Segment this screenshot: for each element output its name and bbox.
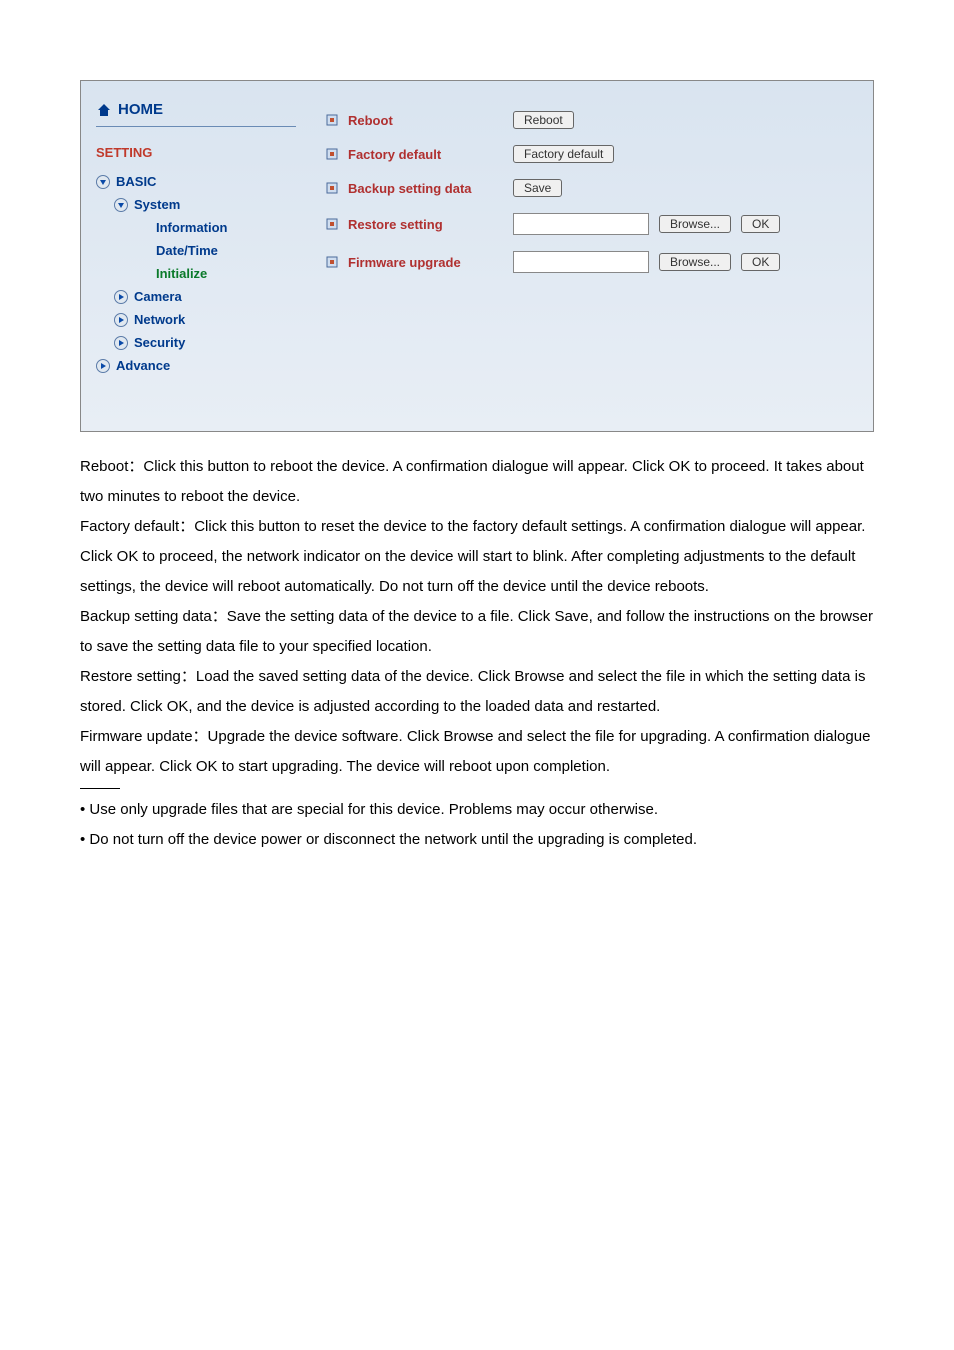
factory-default-label: Factory default [348,147,503,162]
firmware-file-input[interactable] [513,251,649,273]
sidebar-item-basic[interactable]: BASIC [96,170,296,193]
factory-default-button[interactable]: Factory default [513,145,614,163]
notes-list: • Use only upgrade files that are specia… [80,795,874,855]
doc-restore: Restore setting：Load the saved setting d… [80,662,874,722]
bullet-icon [326,256,338,268]
restore-setting-label: Restore setting [348,217,503,232]
doc-firmware: Firmware update：Upgrade the device softw… [80,722,874,782]
home-icon [96,103,112,117]
bullet-icon [326,148,338,160]
chevron-right-icon [114,336,128,350]
sidebar-item-system[interactable]: System [96,193,296,216]
chevron-right-icon [114,290,128,304]
note-item-2: • Do not turn off the device power or di… [80,825,874,855]
chevron-right-icon [96,359,110,373]
nav-label: System [134,197,180,212]
backup-setting-label: Backup setting data [348,181,503,196]
reboot-button[interactable]: Reboot [513,111,574,129]
nav-label: Security [134,335,185,350]
sidebar-item-initialize[interactable]: Initialize [96,262,296,285]
bullet-icon [326,182,338,194]
chevron-down-icon [96,175,110,189]
sidebar-item-advance[interactable]: Advance [96,354,296,377]
doc-reboot: Reboot：Click this button to reboot the d… [80,452,874,512]
sidebar-item-camera[interactable]: Camera [96,285,296,308]
nav-label: Date/Time [156,243,218,258]
restore-browse-button[interactable]: Browse... [659,215,731,233]
reboot-label: Reboot [348,113,503,128]
sidebar-item-information[interactable]: Information [96,216,296,239]
note-separator [80,788,120,789]
nav-label: Camera [134,289,182,304]
restore-ok-button[interactable]: OK [741,215,780,233]
bullet-icon [326,114,338,126]
chevron-down-icon [114,198,128,212]
home-link[interactable]: HOME [96,101,296,127]
nav-label: BASIC [116,174,156,189]
firmware-upgrade-label: Firmware upgrade [348,255,503,270]
documentation-text: Reboot：Click this button to reboot the d… [80,452,874,855]
doc-backup: Backup setting data：Save the setting dat… [80,602,874,662]
nav-label: Information [156,220,228,235]
chevron-right-icon [114,313,128,327]
admin-panel: HOME SETTING BASIC System Information Da… [80,80,874,432]
sidebar-item-datetime[interactable]: Date/Time [96,239,296,262]
bullet-icon [326,218,338,230]
nav-label: Initialize [156,266,207,281]
note-item-1: • Use only upgrade files that are specia… [80,795,874,825]
sidebar-item-security[interactable]: Security [96,331,296,354]
save-button[interactable]: Save [513,179,562,197]
sidebar-item-network[interactable]: Network [96,308,296,331]
row-factory-default: Factory default Factory default [326,145,853,163]
sidebar: HOME SETTING BASIC System Information Da… [81,81,306,431]
firmware-browse-button[interactable]: Browse... [659,253,731,271]
row-reboot: Reboot Reboot [326,111,853,129]
nav-label: Network [134,312,185,327]
firmware-ok-button[interactable]: OK [741,253,780,271]
restore-file-input[interactable] [513,213,649,235]
row-firmware-upgrade: Firmware upgrade Browse... OK [326,251,853,273]
doc-factory-default: Factory default：Click this button to res… [80,512,874,602]
nav-label: Advance [116,358,170,373]
row-backup-setting: Backup setting data Save [326,179,853,197]
home-label: HOME [118,101,163,118]
setting-heading: SETTING [96,145,296,160]
row-restore-setting: Restore setting Browse... OK [326,213,853,235]
content-area: Reboot Reboot Factory default Factory de… [306,81,873,431]
